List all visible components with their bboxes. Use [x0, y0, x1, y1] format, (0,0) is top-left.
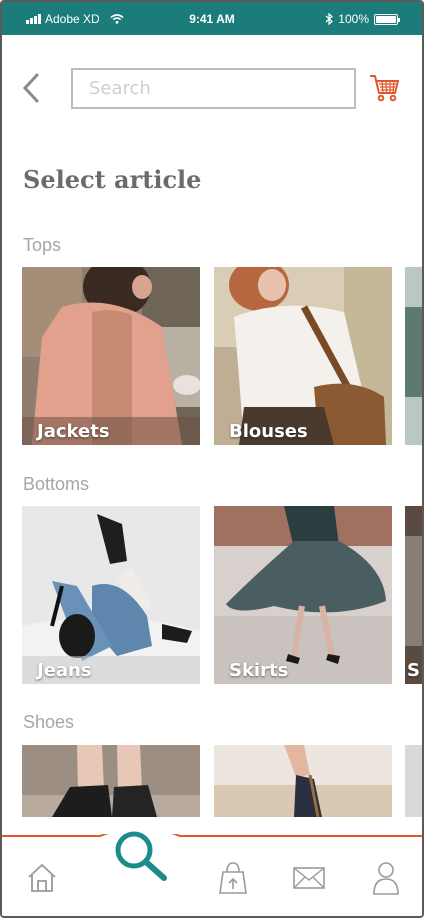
search-input[interactable] — [71, 68, 356, 109]
nav-divider — [2, 834, 422, 837]
battery-icon — [374, 13, 400, 25]
article-card-jeans[interactable]: Jeans — [22, 506, 200, 684]
article-card-shoes-1[interactable] — [22, 745, 200, 817]
user-icon — [373, 862, 399, 895]
jackets-image — [22, 267, 200, 445]
article-label: Skirts — [229, 660, 289, 681]
partial-image — [405, 745, 422, 817]
chevron-left-icon[interactable] — [20, 72, 42, 104]
article-card-jackets[interactable]: Jackets — [22, 267, 200, 445]
search-icon[interactable] — [110, 826, 170, 886]
blouses-image — [214, 267, 392, 445]
section-label-shoes: Shoes — [23, 712, 75, 732]
shoes-image-1 — [22, 745, 200, 817]
article-label: Jeans — [37, 660, 92, 681]
article-label: Blouses — [229, 421, 308, 442]
phone-frame: Adobe XD 9:41 AM 100% Select article Top… — [0, 0, 424, 918]
bottom-nav — [2, 831, 422, 916]
partial-image — [405, 267, 422, 445]
article-card-shoes-2[interactable] — [214, 745, 392, 817]
tops-row[interactable]: Jackets Blouses — [22, 267, 422, 445]
bluetooth-icon — [325, 13, 334, 25]
partial-image — [405, 506, 422, 684]
article-card-blouses[interactable]: Blouses — [214, 267, 392, 445]
nav-shop[interactable] — [213, 858, 253, 898]
article-card-partial[interactable]: S — [405, 506, 422, 684]
home-icon — [28, 863, 56, 892]
nav-home[interactable] — [22, 858, 62, 898]
shopping-bag-icon — [219, 862, 247, 894]
article-label: Jackets — [37, 421, 110, 442]
article-card-partial[interactable] — [405, 745, 422, 817]
nav-mail[interactable] — [289, 858, 329, 898]
status-right: 100% — [325, 12, 400, 26]
cart-icon[interactable] — [369, 73, 401, 103]
shoes-image-2 — [214, 745, 392, 817]
article-card-partial[interactable] — [405, 267, 422, 445]
section-label-tops: Tops — [23, 235, 62, 255]
section-label-bottoms: Bottoms — [23, 474, 90, 494]
mail-icon — [293, 867, 325, 889]
status-bar: Adobe XD 9:41 AM 100% — [2, 2, 422, 35]
shoes-row[interactable] — [22, 745, 422, 817]
article-card-skirts[interactable]: Skirts — [214, 506, 392, 684]
page-title: Select article — [23, 165, 202, 194]
bottoms-row[interactable]: Jeans Skirts S — [22, 506, 422, 684]
article-label: S — [407, 660, 420, 681]
skirts-image — [214, 506, 392, 684]
nav-profile[interactable] — [366, 858, 406, 898]
battery-label: 100% — [338, 12, 369, 26]
jeans-image — [22, 506, 200, 684]
